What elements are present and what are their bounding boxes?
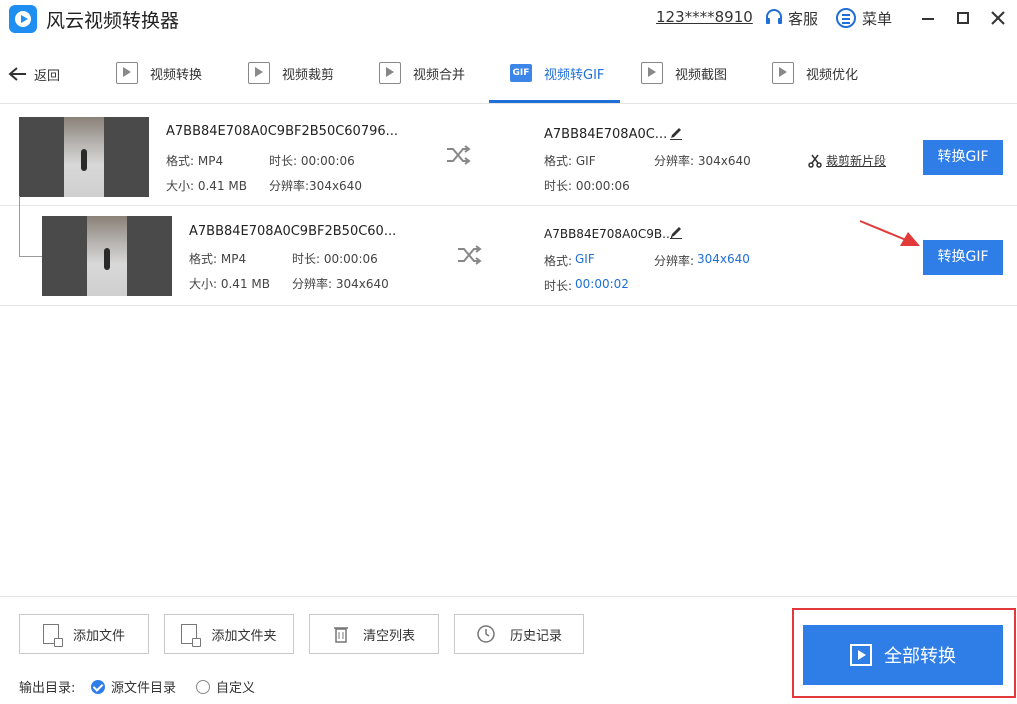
video-merge-icon: [379, 62, 401, 84]
back-arrow-icon: [8, 67, 26, 81]
add-file-icon: [42, 624, 63, 647]
output-duration: 时长: 00:00:06: [544, 179, 630, 193]
output-resolution-label: 分辨率:: [654, 254, 695, 268]
video-thumbnail[interactable]: [42, 216, 172, 296]
edit-pencil-icon[interactable]: [669, 225, 683, 239]
close-icon[interactable]: [988, 8, 1008, 28]
tab-video-to-gif[interactable]: GIF 视频转GIF: [510, 42, 604, 104]
radio-checked-icon: [91, 679, 105, 694]
output-option-custom[interactable]: 自定义: [196, 677, 255, 696]
output-duration-label: 时长:: [544, 279, 573, 293]
convert-all-label: 全部转换: [884, 646, 956, 667]
minimize-icon[interactable]: [918, 8, 938, 28]
back-button[interactable]: 返回: [8, 62, 60, 86]
service-label: 客服: [788, 9, 819, 28]
clock-icon: [477, 625, 495, 643]
output-format-value[interactable]: GIF: [575, 252, 595, 266]
add-file-button[interactable]: 添加文件: [19, 614, 149, 654]
output-dir-label: 输出目录:: [19, 681, 76, 696]
maximize-icon[interactable]: [953, 8, 973, 28]
account-link[interactable]: 123****8910: [656, 8, 753, 26]
output-filename: A7BB84E708A0C9B...: [544, 227, 674, 241]
menu-icon: [836, 8, 856, 28]
add-file-label: 添加文件: [72, 628, 125, 644]
tab-label: 视频转GIF: [544, 67, 605, 83]
tab-label: 视频截图: [675, 67, 728, 83]
video-thumbnail[interactable]: [19, 117, 149, 197]
convert-gif-button[interactable]: 转换GIF: [923, 240, 1003, 275]
active-tab-indicator: [489, 100, 620, 103]
output-option-custom-label: 自定义: [216, 681, 256, 696]
output-resolution-value[interactable]: 304x640: [697, 252, 750, 266]
function-tabbar: 返回 视频转换 视频裁剪 视频合并 GIF 视频转GIF 视频截图 视频优化: [0, 42, 1017, 104]
radio-unchecked-icon: [196, 679, 210, 694]
history-button[interactable]: 历史记录: [454, 614, 584, 654]
tab-video-optimize[interactable]: 视频优化: [772, 42, 858, 104]
output-option-source-label: 源文件目录: [111, 681, 177, 696]
title-bar: 风云视频转换器 123****8910 客服 菜单: [0, 0, 1017, 36]
tab-video-screenshot[interactable]: 视频截图: [641, 42, 727, 104]
trim-label: 裁剪新片段: [826, 154, 887, 168]
service-button[interactable]: 客服: [764, 6, 818, 30]
source-duration: 时长: 00:00:06: [292, 252, 378, 266]
play-icon: [850, 644, 872, 666]
source-duration: 时长: 00:00:06: [269, 154, 355, 168]
tab-label: 视频合并: [413, 67, 466, 83]
source-size: 大小: 0.41 MB: [166, 179, 247, 193]
output-option-source[interactable]: 源文件目录: [91, 677, 176, 696]
clear-list-button[interactable]: 清空列表: [309, 614, 439, 654]
annotation-arrow-icon: [859, 220, 920, 246]
app-logo-icon: [9, 5, 37, 33]
video-convert-icon: [116, 62, 138, 84]
add-folder-icon: [181, 624, 202, 647]
tab-label: 视频裁剪: [282, 67, 335, 83]
convert-gif-button[interactable]: 转换GIF: [923, 140, 1003, 175]
history-label: 历史记录: [509, 628, 562, 644]
menu-button[interactable]: 菜单: [836, 6, 892, 30]
source-resolution: 分辨率: 304x640: [292, 277, 389, 291]
add-folder-label: 添加文件夹: [211, 628, 277, 644]
convert-all-button[interactable]: 全部转换: [803, 625, 1003, 685]
source-resolution: 分辨率:304x640: [269, 179, 362, 193]
shuffle-icon: [458, 245, 482, 265]
output-format-label: 格式:: [544, 254, 573, 268]
menu-label: 菜单: [862, 9, 893, 28]
tab-video-trim[interactable]: 视频裁剪: [248, 42, 334, 104]
tab-video-merge[interactable]: 视频合并: [379, 42, 465, 104]
source-size: 大小: 0.41 MB: [189, 277, 270, 291]
app-title: 风云视频转换器: [46, 10, 180, 32]
headset-icon: [766, 9, 782, 24]
output-filename: A7BB84E708A0C...: [544, 127, 668, 142]
scissors-icon: [808, 154, 822, 168]
source-format: 格式: MP4: [166, 154, 224, 168]
tab-video-convert[interactable]: 视频转换: [116, 42, 202, 104]
source-filename: A7BB84E708A0C9BF2B50C60...: [189, 224, 397, 239]
trim-new-segment-link[interactable]: 裁剪新片段: [808, 152, 886, 169]
source-filename: A7BB84E708A0C9BF2B50C60796...: [166, 124, 399, 139]
edit-pencil-icon[interactable]: [669, 126, 683, 140]
bottom-panel: 添加文件 添加文件夹 清空列表 历史记录 输出目录: 源文件目录 自定义 全部转…: [0, 596, 1017, 704]
output-resolution: 分辨率: 304x640: [654, 154, 751, 168]
tab-label: 视频转换: [150, 67, 203, 83]
tab-label: 视频优化: [806, 67, 859, 83]
clear-list-label: 清空列表: [362, 628, 415, 644]
screenshot-icon: [641, 62, 663, 84]
output-duration-value[interactable]: 00:00:02: [575, 277, 629, 291]
trash-icon: [333, 627, 348, 643]
output-format: 格式: GIF: [544, 154, 596, 168]
file-row: A7BB84E708A0C9BF2B50C60796... 格式: MP4 时长…: [0, 106, 1017, 206]
back-label: 返回: [34, 68, 61, 84]
source-format: 格式: MP4: [189, 252, 247, 266]
shuffle-icon: [447, 145, 471, 165]
gif-icon: GIF: [510, 64, 532, 82]
add-folder-button[interactable]: 添加文件夹: [164, 614, 294, 654]
optimize-icon: [772, 62, 794, 84]
app-window: 风云视频转换器 123****8910 客服 菜单 返回 视频转换 视频裁剪 视…: [0, 0, 1017, 704]
video-trim-icon: [248, 62, 270, 84]
